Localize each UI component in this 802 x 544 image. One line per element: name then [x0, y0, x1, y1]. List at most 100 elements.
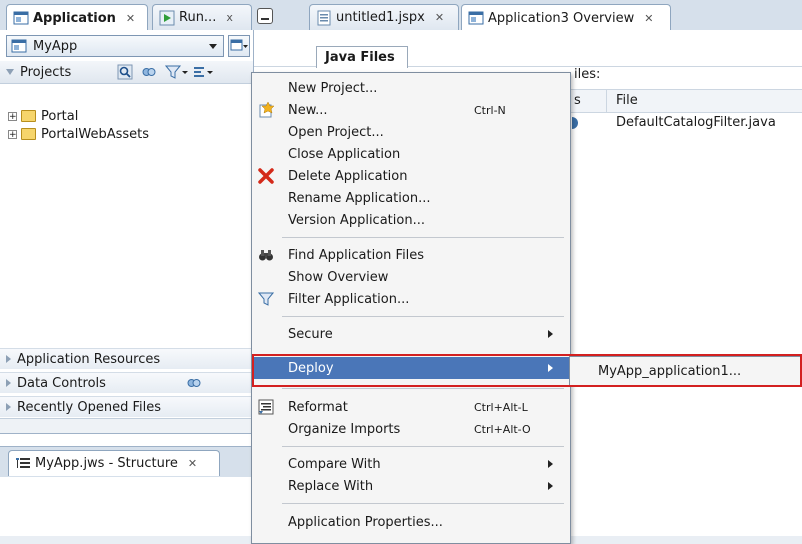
menu-item-delete-application[interactable]: Delete Application — [252, 165, 570, 187]
jspx-file-icon — [317, 10, 331, 25]
menu-item-rename-application[interactable]: Rename Application... — [252, 187, 570, 209]
collapse-triangle-icon[interactable] — [6, 69, 14, 75]
menu-item-label: Close Application — [288, 146, 401, 162]
column-divider — [606, 90, 607, 112]
structure-tab-label: MyApp.jws - Structure — [35, 456, 178, 471]
section-application-resources[interactable]: Application Resources — [0, 348, 253, 369]
tree-item-label: PortalWebAssets — [41, 126, 149, 142]
application-menu-button[interactable] — [228, 35, 250, 57]
expand-triangle-icon — [6, 403, 11, 411]
menu-item-label: Deploy — [288, 360, 334, 376]
application-icon — [13, 11, 29, 25]
refresh-icon[interactable] — [141, 64, 157, 80]
run-icon — [159, 10, 175, 25]
minimize-icon[interactable] — [257, 8, 273, 24]
panel-splitter[interactable] — [0, 418, 253, 434]
menu-item-deploy[interactable]: Deploy — [252, 357, 570, 379]
menu-item-replace-with[interactable]: Replace With — [252, 475, 570, 497]
close-icon[interactable]: ✕ — [435, 11, 444, 24]
projects-header[interactable]: Projects — [0, 61, 253, 84]
section-recently-opened-files[interactable]: Recently Opened Files — [0, 396, 253, 417]
column-header-status[interactable]: s — [574, 93, 581, 108]
tab-application3-overview[interactable]: Application3 Overview ✕ — [461, 4, 671, 31]
menu-separator — [282, 388, 564, 389]
menu-separator — [282, 446, 564, 447]
submenu-item-deploy-profile[interactable]: MyApp_application1... — [598, 364, 741, 379]
tab-application[interactable]: Application ✕ — [6, 4, 148, 31]
close-icon[interactable]: x — [226, 11, 233, 24]
tab-application-label: Application — [33, 10, 116, 26]
menu-item-label: Show Overview — [288, 269, 389, 285]
application-selector: MyApp — [6, 35, 250, 57]
menu-item-label: New... — [288, 102, 328, 118]
close-icon[interactable]: ✕ — [644, 12, 653, 25]
column-header-file[interactable]: File — [616, 93, 638, 108]
menu-item-label: Organize Imports — [288, 421, 401, 437]
expand-icon[interactable]: + — [8, 129, 17, 139]
menu-item-new[interactable]: New... Ctrl-N — [252, 99, 570, 121]
menu-item-label: Rename Application... — [288, 190, 431, 206]
application-context-menu: New Project... New... Ctrl-N Open Projec… — [251, 72, 571, 544]
menu-item-label: Delete Application — [288, 168, 408, 184]
overview-icon — [468, 11, 484, 25]
menu-item-shortcut: Ctrl+Alt-O — [474, 422, 531, 436]
filter-icon[interactable] — [165, 64, 189, 80]
application-combo[interactable]: MyApp — [6, 35, 224, 57]
tab-structure[interactable]: MyApp.jws - Structure ✕ — [8, 450, 220, 476]
menu-item-close-application[interactable]: Close Application — [252, 143, 570, 165]
tab-java-files[interactable]: Java Files — [316, 46, 408, 68]
search-icon[interactable] — [117, 64, 133, 80]
menu-item-version-application[interactable]: Version Application... — [252, 209, 570, 231]
submenu-arrow-icon — [548, 330, 553, 338]
new-icon — [259, 102, 274, 118]
submenu-arrow-icon — [548, 460, 553, 468]
section-label: Recently Opened Files — [17, 399, 161, 415]
close-icon[interactable]: ✕ — [188, 457, 197, 470]
menu-item-label: Version Application... — [288, 212, 425, 228]
application-menu-icon — [230, 39, 248, 51]
menu-item-show-overview[interactable]: Show Overview — [252, 266, 570, 288]
delete-icon — [258, 168, 274, 184]
menu-item-shortcut: Ctrl+Alt-L — [474, 400, 528, 414]
menu-item-find-application-files[interactable]: Find Application Files — [252, 244, 570, 266]
expand-triangle-icon — [6, 355, 11, 363]
menu-item-secure[interactable]: Secure — [252, 323, 570, 345]
refresh-icon[interactable] — [186, 375, 202, 391]
tree-item-label: Portal — [41, 108, 79, 124]
structure-icon — [16, 457, 30, 468]
binoculars-icon — [259, 250, 273, 261]
menu-item-label: Filter Application... — [288, 291, 410, 307]
menu-separator — [282, 316, 564, 317]
project-tree: + Portal + PortalWebAssets — [8, 107, 149, 143]
menu-item-filter-application[interactable]: Filter Application... — [252, 288, 570, 310]
deploy-submenu: MyApp_application1... — [569, 356, 802, 386]
sort-icon[interactable] — [193, 64, 217, 80]
expand-icon[interactable]: + — [8, 111, 17, 121]
menu-item-label: Secure — [288, 326, 333, 342]
close-icon[interactable]: ✕ — [126, 12, 135, 25]
tab-untitled1-label: untitled1.jspx — [336, 10, 425, 25]
menu-item-reformat[interactable]: Reformat Ctrl+Alt-L — [252, 396, 570, 418]
menu-item-open-project[interactable]: Open Project... — [252, 121, 570, 143]
menu-separator — [282, 237, 564, 238]
section-label: Application Resources — [17, 351, 161, 367]
menu-item-label: Application Properties... — [288, 514, 443, 530]
menu-item-organize-imports[interactable]: Organize Imports Ctrl+Alt-O — [252, 418, 570, 440]
java-files-header: Java Files — [308, 46, 802, 68]
tab-run-label: Run... — [179, 10, 217, 25]
tab-run[interactable]: Run... x — [152, 4, 252, 30]
menu-item-label: Find Application Files — [288, 247, 425, 263]
menu-item-label: Open Project... — [288, 124, 384, 140]
menu-item-compare-with[interactable]: Compare With — [252, 453, 570, 475]
tree-item-portalwebassets[interactable]: + PortalWebAssets — [8, 125, 149, 143]
reformat-icon — [258, 399, 274, 415]
section-label: Data Controls — [17, 375, 106, 391]
menu-item-new-project[interactable]: New Project... — [252, 77, 570, 99]
application-icon — [11, 39, 27, 53]
projects-label: Projects — [20, 64, 72, 80]
menu-item-shortcut: Ctrl-N — [474, 103, 506, 117]
section-data-controls[interactable]: Data Controls — [0, 372, 253, 393]
tab-untitled1[interactable]: untitled1.jspx ✕ — [309, 4, 459, 30]
menu-item-application-properties[interactable]: Application Properties... — [252, 511, 570, 533]
tree-item-portal[interactable]: + Portal — [8, 107, 149, 125]
